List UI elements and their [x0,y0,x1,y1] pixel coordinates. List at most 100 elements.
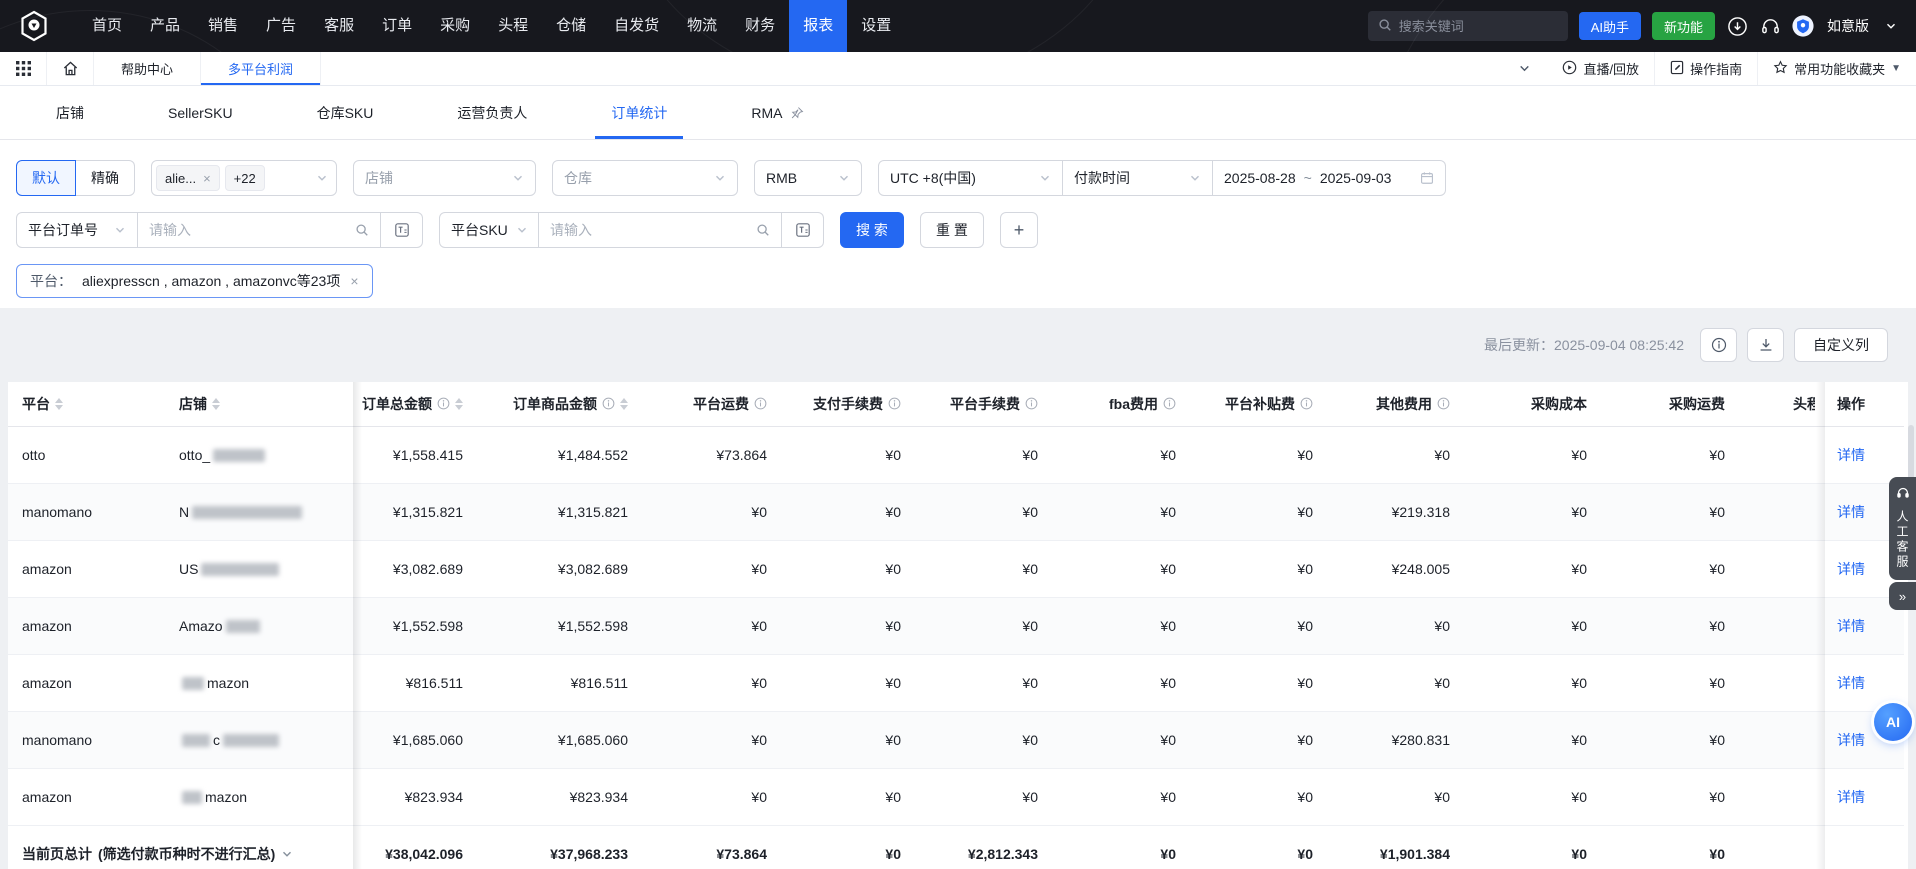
currency-select[interactable]: RMB [754,160,862,196]
chevron-down-icon[interactable] [1880,15,1902,37]
sku-field-select[interactable]: 平台SKU [439,212,539,248]
detail-link[interactable]: 详情 [1837,789,1865,805]
warehouse-select[interactable]: 仓库 [552,160,738,196]
timezone-select[interactable]: UTC +8(中国) [878,160,1063,196]
batch-input-icon[interactable] [782,212,824,248]
nav-item[interactable]: 头程 [484,0,542,52]
column-header[interactable]: 订单总金额 [353,382,473,427]
action-cell: 详情 [1825,426,1904,484]
total-amount-cell: ¥0 [1460,824,1597,869]
detail-link[interactable]: 详情 [1837,504,1865,520]
subtab-SellerSKU[interactable]: SellerSKU [126,86,275,139]
sort-carets-icon[interactable] [55,397,63,410]
sku-input[interactable] [550,222,748,238]
tab-multi-platform-profit[interactable]: 多平台利润 [201,52,322,85]
table-toolbar: 最后更新：2025-09-04 08:25:42 自定义列 [8,308,1908,382]
ai-fab-button[interactable]: AI [1874,703,1912,741]
remove-chip-icon[interactable]: × [350,273,358,289]
time-field-select[interactable]: 付款时间 [1063,160,1213,196]
platform-cell: otto [8,426,121,484]
info-circle-icon[interactable] [1025,397,1038,410]
tabs-overflow-chevron-icon[interactable] [1502,62,1547,75]
platform-multiselect[interactable]: alie... × +22 [151,160,337,196]
tab-help-center[interactable]: 帮助中心 [94,52,202,85]
app-logo-icon[interactable] [18,10,50,42]
guide-button[interactable]: 操作指南 [1654,52,1757,85]
nav-item[interactable]: 采购 [426,0,484,52]
info-circle-icon[interactable] [437,397,450,410]
nav-item[interactable]: 客服 [310,0,368,52]
info-circle-icon[interactable] [1300,397,1313,410]
detail-link[interactable]: 详情 [1837,561,1865,577]
detail-link[interactable]: 详情 [1837,447,1865,463]
nav-item[interactable]: 物流 [673,0,731,52]
user-avatar[interactable] [1792,15,1814,37]
ai-assistant-button[interactable]: AI助手 [1578,12,1641,40]
date-range-picker[interactable]: 2025-08-28 ~ 2025-09-03 [1213,160,1446,196]
order-no-field-select[interactable]: 平台订单号 [16,212,138,248]
live-replay-button[interactable]: 直播/回放 [1547,52,1654,85]
add-filter-button[interactable]: + [1000,212,1038,248]
chevron-down-icon[interactable] [281,848,293,860]
order-no-input[interactable] [149,222,347,238]
nav-item[interactable]: 报表 [789,0,848,52]
subtab-店铺[interactable]: 店铺 [14,86,126,139]
detail-link[interactable]: 详情 [1837,618,1865,634]
customize-columns-button[interactable]: 自定义列 [1794,328,1888,362]
column-header[interactable]: 店铺 [121,382,353,427]
nav-item[interactable]: 销售 [194,0,252,52]
subtab-仓库SKU[interactable]: 仓库SKU [275,86,416,139]
new-features-button[interactable]: 新功能 [1651,12,1715,40]
amount-cell: ¥0 [1186,597,1323,655]
search-icon[interactable] [756,223,770,237]
sort-carets-icon[interactable] [620,397,628,410]
pin-icon[interactable] [790,106,804,120]
info-circle-icon[interactable] [888,397,901,410]
table-total-row: 当前页总计 (筛选付款币种时不进行汇总) ¥38,042.096 ¥37,968.23… [8,824,1904,869]
global-search-input[interactable] [1398,18,1558,34]
remove-tag-icon[interactable]: × [203,172,211,185]
info-circle-icon[interactable] [602,397,615,410]
reset-button[interactable]: 重 置 [920,212,984,248]
match-mode-exact[interactable]: 精确 [76,160,135,196]
headset-icon[interactable] [1759,15,1781,37]
header-cell: 平台手续费 [911,394,1038,414]
nav-item[interactable]: 订单 [368,0,426,52]
info-button[interactable] [1700,328,1737,362]
apps-grid-icon[interactable] [0,52,47,85]
info-circle-icon[interactable] [1163,397,1176,410]
nav-item[interactable]: 广告 [252,0,310,52]
amount-cell: ¥1,552.598 [353,597,473,655]
search-button[interactable]: 搜 索 [840,212,904,248]
nav-item[interactable]: 财务 [731,0,789,52]
subtab-运营负责人[interactable]: 运营负责人 [415,86,569,139]
column-header[interactable]: 订单商品金额 [473,382,638,427]
subtab-RMA[interactable]: RMA [709,86,845,139]
nav-item[interactable]: 首页 [78,0,136,52]
detail-link[interactable]: 详情 [1837,732,1865,748]
info-circle-icon[interactable] [1437,397,1450,410]
batch-input-icon[interactable] [381,212,423,248]
nav-item[interactable]: 设置 [847,0,905,52]
nav-item[interactable]: 自发货 [600,0,673,52]
sort-carets-icon[interactable] [212,397,220,410]
store-select[interactable]: 店铺 [353,160,536,196]
nav-item[interactable]: 产品 [136,0,194,52]
sort-carets-icon[interactable] [455,397,463,410]
search-icon[interactable] [355,223,369,237]
column-label: 平台补贴费 [1225,395,1295,412]
match-mode-default[interactable]: 默认 [16,160,76,196]
column-header[interactable]: 平台 [8,382,121,427]
collapse-panel-button[interactable]: » [1889,582,1916,610]
download-center-icon[interactable] [1726,15,1748,37]
detail-link[interactable]: 详情 [1837,675,1865,691]
favorites-button[interactable]: 常用功能收藏夹 ▼ [1757,52,1916,85]
nav-item[interactable]: 仓储 [542,0,600,52]
live-support-panel[interactable]: 人工客服 [1889,477,1916,580]
amount-cell: ¥0 [1186,711,1323,769]
home-icon[interactable] [47,52,94,85]
export-download-button[interactable] [1747,328,1784,362]
store-cell: US [121,540,353,598]
subtab-订单统计[interactable]: 订单统计 [569,86,709,139]
info-circle-icon[interactable] [754,397,767,410]
